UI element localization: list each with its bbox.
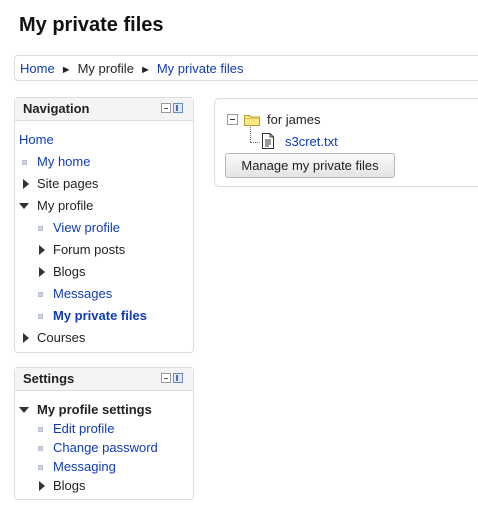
nav-item-label[interactable]: Home [19,131,54,149]
settings-item-label[interactable]: Edit profile [53,420,114,438]
breadcrumb-separator: ► [139,64,151,76]
minimize-icon[interactable] [161,103,171,113]
nav-item-label[interactable]: My private files [53,307,147,325]
expand-arrow-icon[interactable] [39,267,45,277]
nav-item-label[interactable]: Forum posts [53,241,125,259]
folder-label[interactable]: for james [267,112,320,127]
settings-item-label[interactable]: Change password [53,439,158,457]
expand-arrow-icon[interactable] [39,245,45,255]
tree-connector [250,142,260,143]
breadcrumb-home[interactable]: Home [20,61,55,76]
navigation-block-title: Navigation [23,101,90,116]
dock-icon[interactable] [173,373,183,383]
breadcrumb-my-profile: My profile [77,61,134,76]
nav-item-label[interactable]: My home [37,153,90,171]
collapse-arrow-icon[interactable] [19,203,29,209]
bullet-icon [38,292,43,297]
minus-box-icon[interactable] [227,114,238,125]
nav-item-label[interactable]: Messages [53,285,112,303]
navigation-block-controls [161,103,183,115]
breadcrumb-bar: Home ► My profile ► My private files [14,55,478,81]
bullet-icon [38,226,43,231]
settings-block-controls [161,373,183,385]
nav-item-label[interactable]: Site pages [37,175,98,193]
breadcrumb-my-private-files[interactable]: My private files [157,61,244,76]
dock-icon[interactable] [173,103,183,113]
nav-item-label[interactable]: My profile [37,197,93,215]
nav-item-label[interactable]: Courses [37,329,85,347]
text-file-icon [261,133,275,152]
breadcrumb: Home ► My profile ► My private files [20,61,244,76]
nav-item-label[interactable]: Blogs [53,263,86,281]
bullet-icon [38,465,43,470]
breadcrumb-separator: ► [60,64,72,76]
expand-arrow-icon[interactable] [39,481,45,491]
expand-arrow-icon[interactable] [23,333,29,343]
folder-icon [244,113,260,129]
bullet-icon [38,446,43,451]
manage-private-files-button[interactable]: Manage my private files [225,153,395,178]
minimize-icon[interactable] [161,373,171,383]
expand-arrow-icon[interactable] [23,179,29,189]
settings-block-title: Settings [23,371,75,386]
settings-block-header: Settings [15,368,193,391]
tree-connector [250,127,251,142]
bullet-icon [38,314,43,319]
bullet-icon [22,160,27,165]
nav-item-label[interactable]: View profile [53,219,120,237]
settings-item-label[interactable]: My profile settings [37,401,152,419]
collapse-arrow-icon[interactable] [19,407,29,413]
private-files-panel: for james s3cret.txt Manage my private f… [214,98,478,187]
navigation-block-header: Navigation [15,98,193,121]
file-link[interactable]: s3cret.txt [285,134,338,149]
settings-item-label[interactable]: Blogs [53,477,86,495]
settings-block: Settings My profile settings Edit profil… [14,367,194,500]
page-title: My private files [19,14,164,36]
bullet-icon [38,427,43,432]
navigation-block: Navigation Home My home Site pages My pr… [14,97,194,353]
settings-item-label[interactable]: Messaging [53,458,116,476]
